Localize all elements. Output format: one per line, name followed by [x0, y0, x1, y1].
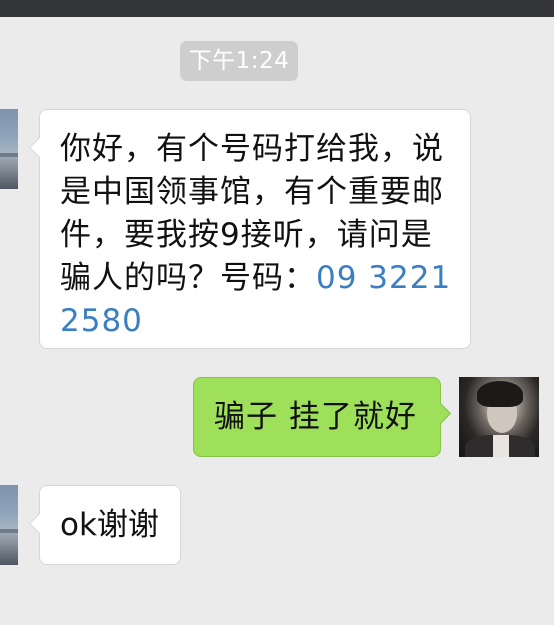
- status-bar: [0, 0, 554, 17]
- message-text: ok谢谢: [60, 507, 159, 543]
- message-bubble-outgoing[interactable]: 骗子 挂了就好: [193, 377, 452, 457]
- message-text: 你好，有个号码打给我，说是中国领事馆，有个重要邮件，要我按9接听，请问是骗人的吗…: [60, 128, 460, 343]
- bubble-tail: [28, 512, 51, 535]
- contact-avatar[interactable]: [0, 485, 18, 565]
- user-avatar[interactable]: [459, 377, 539, 457]
- bubble-tail: [28, 136, 51, 159]
- timestamp-badge: 下午1:24: [180, 41, 298, 81]
- message-bubble-incoming[interactable]: ok谢谢: [28, 485, 181, 565]
- contact-avatar[interactable]: [0, 109, 18, 189]
- message-bubble-incoming[interactable]: 你好，有个号码打给我，说是中国领事馆，有个重要邮件，要我按9接听，请问是骗人的吗…: [28, 109, 471, 349]
- message-text: 骗子 挂了就好: [214, 399, 417, 435]
- bubble-tail: [429, 402, 452, 425]
